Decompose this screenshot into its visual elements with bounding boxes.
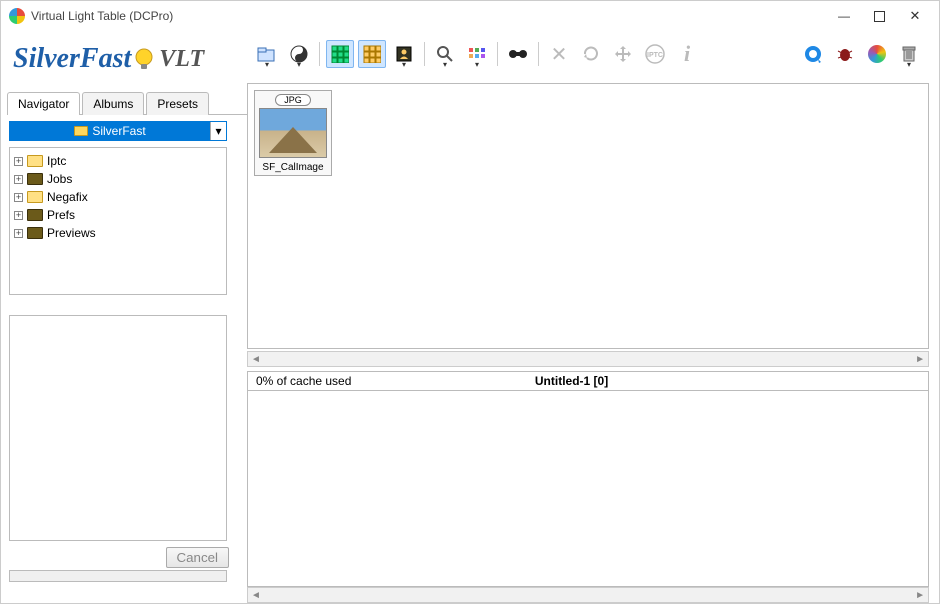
thumb-image-content: [269, 127, 317, 153]
scroll-right-icon[interactable]: ►: [915, 354, 925, 365]
tab-navigator-label: Navigator: [18, 97, 69, 111]
info-button[interactable]: i: [673, 40, 701, 68]
quicktime-button[interactable]: [799, 40, 827, 68]
maximize-button[interactable]: [874, 11, 885, 22]
brand-vlt: VLT: [159, 46, 204, 73]
lower-scrollbar[interactable]: ◄ ►: [247, 587, 929, 603]
expand-icon[interactable]: +: [14, 211, 23, 220]
tree-item[interactable]: + Negafix: [14, 188, 222, 206]
right-panel: ✕ IPTC i: [247, 31, 939, 603]
thumb-format-badge: JPG: [275, 94, 311, 106]
brand-logo: SilverFast VLT: [7, 31, 247, 87]
expand-icon[interactable]: +: [14, 157, 23, 166]
window-title: Virtual Light Table (DCPro): [31, 9, 173, 23]
gallery-panel[interactable]: JPG SF_CalImage: [247, 83, 929, 349]
folder-selector-value: SilverFast: [10, 122, 210, 140]
preview-panel: [9, 315, 227, 541]
tree-label: Negafix: [47, 190, 88, 204]
find-button[interactable]: [504, 40, 532, 68]
folder-tree[interactable]: + Iptc + Jobs + Negafix + Prefs +: [9, 147, 227, 295]
cancel-button[interactable]: Cancel: [166, 547, 230, 568]
status-bar: 0% of cache used Untitled-1 [0]: [247, 371, 929, 391]
tab-albums[interactable]: Albums: [82, 92, 144, 115]
folder-icon: [74, 126, 88, 136]
gallery-scrollbar[interactable]: ◄ ►: [247, 351, 929, 367]
thumb-image: [259, 108, 327, 158]
bulb-icon: [131, 46, 157, 72]
brand-silver: Silver: [13, 43, 80, 75]
zoom-button[interactable]: [431, 40, 459, 68]
iptc-button[interactable]: IPTC: [641, 40, 669, 68]
tree-item[interactable]: + Jobs: [14, 170, 222, 188]
brand-fast: Fast: [80, 43, 131, 75]
toolbar-separator: [424, 42, 425, 66]
svg-text:IPTC: IPTC: [647, 52, 663, 59]
expand-icon[interactable]: +: [14, 175, 23, 184]
toolbar-separator: [319, 42, 320, 66]
cancel-row: Cancel: [7, 545, 247, 568]
expand-icon[interactable]: +: [14, 193, 23, 202]
grid-amber-button[interactable]: [358, 40, 386, 68]
thumb-label: SF_CalImage: [262, 162, 323, 173]
minimize-button[interactable]: [832, 9, 856, 23]
tab-navigator[interactable]: Navigator: [7, 92, 80, 115]
sort-button[interactable]: [463, 40, 491, 68]
scroll-right-icon[interactable]: ►: [915, 590, 925, 601]
scroll-left-icon[interactable]: ◄: [251, 354, 261, 365]
close-button[interactable]: [903, 8, 927, 24]
tab-presets[interactable]: Presets: [146, 92, 209, 115]
trash-button[interactable]: [895, 40, 923, 68]
folder-icon: [27, 191, 43, 203]
left-panel: SilverFast VLT Navigator Albums Presets …: [1, 31, 247, 603]
folder-selector-label: SilverFast: [92, 124, 145, 138]
yinyang-button[interactable]: [285, 40, 313, 68]
toolbar-separator: [538, 42, 539, 66]
app-icon: [9, 8, 25, 24]
titlebar: Virtual Light Table (DCPro): [1, 1, 939, 31]
expand-icon[interactable]: +: [14, 229, 23, 238]
bug-button[interactable]: [831, 40, 859, 68]
tree-label: Prefs: [47, 208, 75, 222]
lower-pane[interactable]: [247, 391, 929, 587]
document-title: Untitled-1 [0]: [535, 374, 920, 388]
tree-label: Previews: [47, 226, 96, 240]
folder-icon: [27, 227, 43, 239]
folder-icon: [27, 155, 43, 167]
refresh-button[interactable]: [577, 40, 605, 68]
folder-icon: [27, 209, 43, 221]
cache-status: 0% of cache used: [256, 374, 535, 388]
tab-albums-label: Albums: [93, 97, 133, 111]
toolbar: ✕ IPTC i: [247, 31, 929, 77]
delete-button[interactable]: ✕: [545, 40, 573, 68]
toolbar-separator: [497, 42, 498, 66]
highlight-button[interactable]: [390, 40, 418, 68]
cancel-label: Cancel: [177, 550, 219, 565]
window-controls: [832, 8, 931, 24]
open-button[interactable]: [253, 40, 281, 68]
colorwheel-button[interactable]: [863, 40, 891, 68]
chevron-down-icon[interactable]: ▾: [210, 122, 226, 140]
move-button[interactable]: [609, 40, 637, 68]
folder-selector[interactable]: SilverFast ▾: [9, 121, 227, 141]
folder-icon: [27, 173, 43, 185]
tree-label: Jobs: [47, 172, 72, 186]
tree-item[interactable]: + Previews: [14, 224, 222, 242]
sidebar-tabs: Navigator Albums Presets: [7, 91, 247, 115]
thumbnail-card[interactable]: JPG SF_CalImage: [254, 90, 332, 176]
tree-label: Iptc: [47, 154, 66, 168]
scroll-left-icon[interactable]: ◄: [251, 590, 261, 601]
tab-presets-label: Presets: [157, 97, 198, 111]
grid-green-button[interactable]: [326, 40, 354, 68]
tree-item[interactable]: + Iptc: [14, 152, 222, 170]
main-content: SilverFast VLT Navigator Albums Presets …: [1, 31, 939, 603]
progress-bar: [9, 570, 227, 582]
tree-item[interactable]: + Prefs: [14, 206, 222, 224]
